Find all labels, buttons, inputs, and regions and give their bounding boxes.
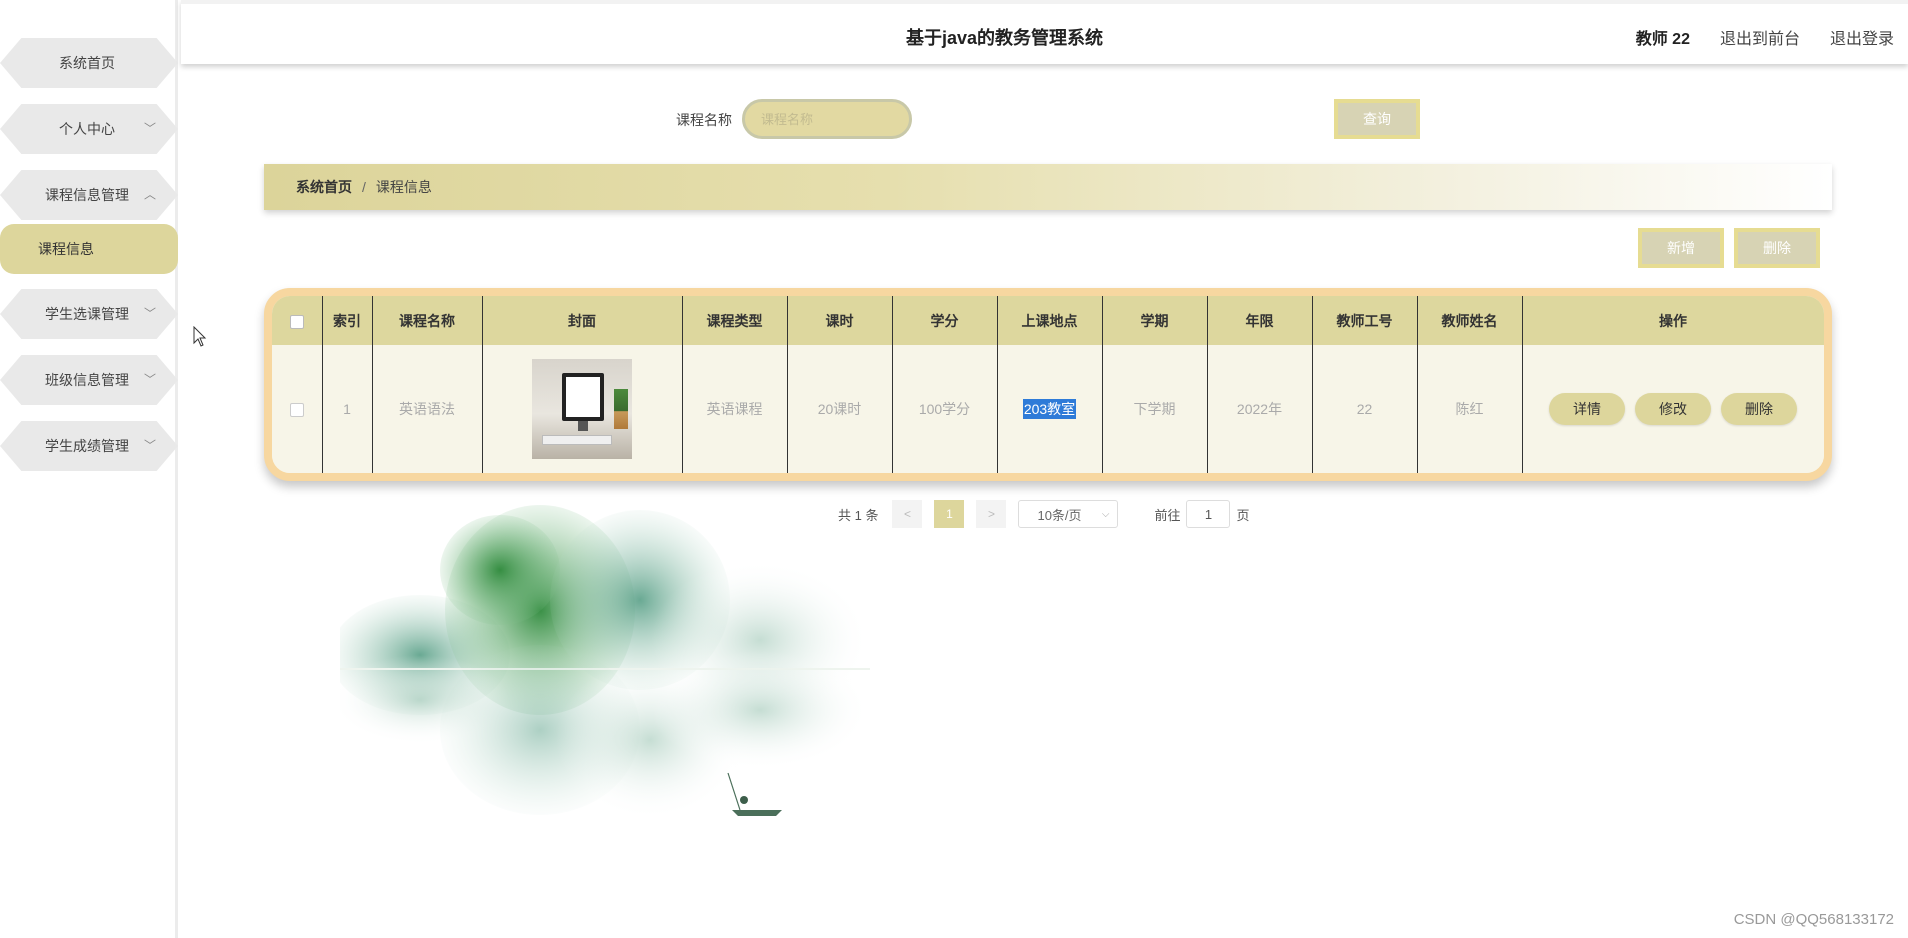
course-cover-image <box>532 359 632 459</box>
watermark: CSDN @QQ568133172 <box>1733 911 1894 928</box>
row-delete-button[interactable]: 删除 <box>1721 393 1797 425</box>
sidebar-item-label: 班级信息管理 <box>45 372 129 388</box>
goto-page-input[interactable] <box>1186 500 1231 528</box>
monitor-stand <box>578 421 588 431</box>
prev-page-button[interactable]: < <box>892 500 923 528</box>
column-header: 教师姓名 <box>1417 296 1523 345</box>
breadcrumb: 系统首页 / 课程信息 <box>264 164 1832 210</box>
pagination: 共 1 条 < 1 > 10条/页 ⌵ 前往 页 <box>838 500 1250 528</box>
batch-delete-button[interactable]: 删除 <box>1734 228 1820 268</box>
sidebar-item-personal-center[interactable]: 个人中心 ﹀ <box>0 104 178 154</box>
cell-teacher-name: 陈红 <box>1417 345 1523 473</box>
cell-hours: 20课时 <box>787 345 893 473</box>
edit-button[interactable]: 修改 <box>1635 393 1711 425</box>
table-header-row: 索引 课程名称 封面 课程类型 课时 学分 上课地点 学期 年限 教师工号 教师… <box>272 296 1824 345</box>
add-button[interactable]: 新增 <box>1638 228 1724 268</box>
search-button[interactable]: 查询 <box>1334 99 1420 139</box>
column-header: 课时 <box>787 296 893 345</box>
row-checkbox[interactable] <box>289 403 304 418</box>
cell-course-name: 英语语法 <box>372 345 483 473</box>
chevron-down-icon: ﹀ <box>143 372 156 387</box>
detail-button[interactable]: 详情 <box>1549 393 1625 425</box>
ink-blot <box>440 515 560 625</box>
chevron-down-icon: ﹀ <box>143 438 156 453</box>
sidebar-item-class-management[interactable]: 班级信息管理 ﹀ <box>0 355 178 405</box>
column-header: 课程类型 <box>682 296 788 345</box>
sidebar-item-label: 系统首页 <box>59 55 115 71</box>
column-header: 封面 <box>482 296 683 345</box>
select-all-cell <box>272 296 323 345</box>
column-header: 操作 <box>1522 296 1824 345</box>
cell-term: 下学期 <box>1102 345 1208 473</box>
header-user-area: 教师 22 退出到前台 退出登录 <box>1636 25 1894 49</box>
selected-text: 203教室 <box>1022 399 1077 419</box>
sidebar-subitem-course-info[interactable]: 课程信息 <box>0 224 178 274</box>
column-header: 上课地点 <box>997 296 1103 345</box>
cell-year: 2022年 <box>1207 345 1313 473</box>
sidebar-item-label: 个人中心 <box>59 121 115 137</box>
page-size-value: 10条/页 <box>1037 507 1082 523</box>
column-header: 年限 <box>1207 296 1313 345</box>
sidebar-item-course-management[interactable]: 课程信息管理 ︿ <box>0 170 178 220</box>
column-header: 索引 <box>322 296 373 345</box>
breadcrumb-home[interactable]: 系统首页 <box>296 177 352 197</box>
sidebar-item-label: 学生选课管理 <box>45 306 129 322</box>
back-to-front-link[interactable]: 退出到前台 <box>1720 25 1800 49</box>
sidebar-item-home[interactable]: 系统首页 <box>0 38 178 88</box>
column-header: 教师工号 <box>1312 296 1418 345</box>
boat-shape <box>732 810 782 816</box>
sidebar: 系统首页 个人中心 ﹀ 课程信息管理 ︿ 课程信息 学生选课管理 ﹀ 班级信息管… <box>0 0 178 938</box>
breadcrumb-current: 课程信息 <box>375 179 432 195</box>
chevron-down-icon: ﹀ <box>143 121 156 136</box>
plant-shape <box>614 389 628 429</box>
page-size-select[interactable]: 10条/页 ⌵ <box>1018 500 1119 528</box>
cell-credits: 100学分 <box>892 345 998 473</box>
course-table: 索引 课程名称 封面 课程类型 课时 学分 上课地点 学期 年限 教师工号 教师… <box>264 288 1832 481</box>
ink-reflection <box>650 650 870 770</box>
cell-cover <box>482 345 683 473</box>
chevron-up-icon: ︿ <box>143 187 156 202</box>
breadcrumb-separator: / <box>362 179 366 195</box>
cell-course-type: 英语课程 <box>682 345 788 473</box>
chevron-down-icon: ⌵ <box>1101 508 1110 520</box>
cell-operations: 详情 修改 删除 <box>1522 345 1824 473</box>
cell-teacher-id: 22 <box>1312 345 1418 473</box>
row-select-cell <box>272 345 323 473</box>
logout-link[interactable]: 退出登录 <box>1830 25 1894 49</box>
ink-landscape-illustration <box>340 505 870 820</box>
select-all-checkbox[interactable] <box>289 314 304 329</box>
sidebar-item-course-selection[interactable]: 学生选课管理 ﹀ <box>0 289 178 339</box>
column-header: 学分 <box>892 296 998 345</box>
goto-suffix: 页 <box>1236 507 1250 523</box>
top-header: 基于java的教务管理系统 教师 22 退出到前台 退出登录 <box>181 0 1908 64</box>
cell-location: 203教室 <box>997 345 1103 473</box>
fishing-rod <box>727 772 741 811</box>
page-number-button[interactable]: 1 <box>934 500 965 528</box>
current-user: 教师 22 <box>1635 31 1690 48</box>
monitor-shape <box>562 373 604 421</box>
cell-index: 1 <box>322 345 373 473</box>
pagination-total: 共 1 条 <box>838 507 879 523</box>
sidebar-item-grade-management[interactable]: 学生成绩管理 ﹀ <box>0 421 178 471</box>
column-header: 课程名称 <box>372 296 483 345</box>
sidebar-item-label: 课程信息管理 <box>45 187 129 203</box>
next-page-button[interactable]: > <box>976 500 1007 528</box>
goto-label: 前往 <box>1154 507 1181 523</box>
mouse-cursor-icon <box>193 326 207 347</box>
table-row: 1 英语语法 英语课程 20课时 100学分 203教室 下学期 2022年 2… <box>272 345 1824 473</box>
fisherman-figure <box>740 796 748 804</box>
course-name-search-input[interactable] <box>742 99 912 139</box>
chevron-down-icon: ﹀ <box>143 306 156 321</box>
sidebar-item-label: 学生成绩管理 <box>45 438 129 454</box>
column-header: 学期 <box>1102 296 1208 345</box>
keyboard-shape <box>542 435 612 445</box>
search-label: 课程名称 <box>676 112 732 128</box>
monitor-screen <box>566 377 600 417</box>
